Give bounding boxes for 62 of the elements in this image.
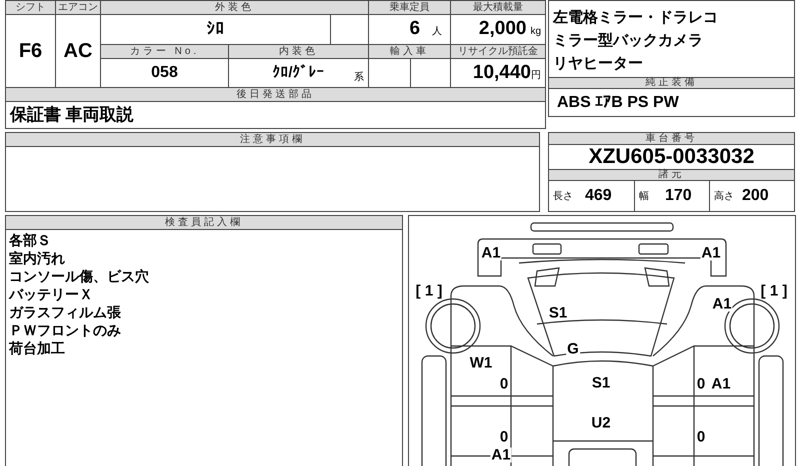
dimension-label: 幅 (639, 190, 649, 204)
aircon-value: AC (64, 40, 92, 62)
inspector-note: コンソール傷、ビス穴 (9, 267, 150, 285)
field-label: 内装色 (279, 44, 318, 58)
section-header: 注意事項欄 (240, 134, 305, 144)
damage-code: W1 (468, 356, 494, 370)
field-label: 乗車定員 (390, 1, 430, 14)
width-value: 170 (665, 186, 692, 206)
field-label: 輸入車 (390, 44, 430, 58)
suffix-label: 系 (354, 70, 364, 85)
damage-code: G (566, 342, 580, 356)
exterior-color-value: ｼﾛ (206, 19, 224, 38)
capacity-value: 6 (409, 18, 420, 39)
damage-code: [ 1 ] (760, 284, 788, 298)
field-label: シフト (16, 1, 46, 14)
inspector-note: ＰＷフロントのみ (9, 321, 122, 339)
damage-code: 0 (696, 430, 706, 444)
max-load-value: 2,000 (478, 18, 526, 39)
unit-label: 円 (531, 70, 542, 80)
interior-color-value: ｸﾛ/ｸﾞﾚｰ (272, 64, 325, 81)
equipment-item: 左電格ミラー・ドラレコ (553, 8, 719, 28)
damage-code: 0 (696, 376, 706, 392)
inspector-note: 室内汚れ (9, 249, 66, 267)
damage-code: 0 (498, 430, 510, 444)
section-header: 車台番号 (646, 134, 698, 144)
unit-label: 人 (432, 26, 442, 37)
height-value: 200 (742, 186, 769, 206)
equipment-item: ミラー型バックカメラ (553, 31, 704, 51)
damage-code: A1 (710, 376, 732, 392)
damage-code: U2 (590, 416, 612, 430)
section-header: 諸元 (658, 170, 684, 180)
damage-code: [ 1 ] (414, 284, 444, 298)
field-label: リサイクル預託金 (458, 44, 538, 58)
color-number-value: 058 (151, 64, 178, 81)
shift-value: F6 (18, 40, 42, 62)
section-header: 純正装備 (646, 78, 698, 88)
damage-code: S1 (590, 376, 612, 390)
damage-code: A1 (490, 448, 512, 462)
later-parts-text: 保証書 車両取説 (10, 105, 134, 124)
section-header: 後日発送部品 (236, 88, 314, 101)
field-label: 最大積載量 (473, 1, 524, 14)
dimension-label: 高さ (714, 190, 734, 204)
inspector-note: ガラスフィルム張 (9, 303, 122, 321)
inspector-note: 荷台加工 (9, 339, 66, 357)
field-label: エアコン (58, 1, 98, 14)
field-label: カラー No. (130, 44, 200, 58)
damage-code: A1 (480, 246, 502, 260)
inspector-note: バッテリーＸ (9, 285, 94, 303)
length-value: 469 (585, 186, 612, 206)
damage-code: 0 (498, 376, 510, 392)
standard-equipment-text: ABS ｴｱB PS PW (557, 92, 679, 112)
dimension-label: 長さ (553, 190, 573, 204)
chassis-number: XZU605-0033032 (588, 144, 754, 168)
section-header: 検査員記入欄 (165, 218, 243, 228)
recycle-fee-value: 10,440 (472, 62, 532, 82)
equipment-item: リヤヒーター (553, 54, 644, 74)
unit-label: kg (530, 26, 542, 37)
damage-code: A1 (711, 296, 733, 312)
damage-code: S1 (548, 306, 568, 320)
inspector-note: 各部Ｓ (9, 231, 52, 249)
damage-code: A1 (700, 246, 722, 260)
field-label: 外装色 (215, 1, 254, 14)
